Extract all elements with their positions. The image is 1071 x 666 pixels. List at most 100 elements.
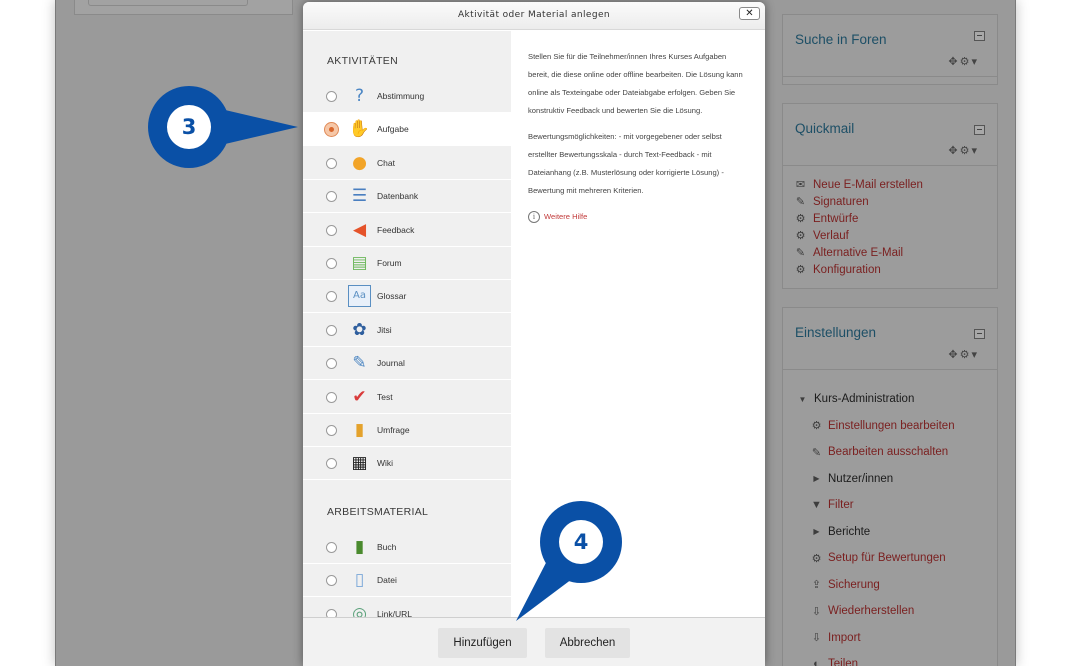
module-option-chat[interactable]: ● Chat <box>303 147 511 180</box>
module-option-feedback[interactable]: ◀ Feedback <box>303 214 511 247</box>
module-radio[interactable] <box>326 291 337 303</box>
settings-node[interactable]: ⇪ Sicherung <box>795 572 997 599</box>
question-icon: ? <box>354 86 365 106</box>
module-label: Test <box>377 391 393 402</box>
file-icon: ▯ <box>354 570 365 591</box>
materials-heading: ARBEITSMATERIAL <box>327 506 429 518</box>
module-option-forum[interactable]: ▤ Forum <box>303 247 511 280</box>
settings-node-label: Einstellungen bearbeiten <box>828 419 955 432</box>
course-admin-node[interactable]: ▼ Kurs-Administration <box>795 386 997 413</box>
caret-right-icon: ▶ <box>813 527 820 537</box>
settings-node[interactable]: ⇩ Import <box>795 625 997 652</box>
quickmail-item-label: Alternative E-Mail <box>813 246 904 259</box>
cancel-button[interactable]: Abbrechen <box>545 628 630 658</box>
module-option-journal[interactable]: ✎ Journal <box>303 347 511 381</box>
quickmail-item[interactable]: ⚙ Verlauf <box>793 227 987 244</box>
module-option-jitsi[interactable]: ✿ Jitsi <box>303 314 511 347</box>
settings-node-label: Wiederherstellen <box>828 605 915 618</box>
settings-node-label: Filter <box>828 499 854 512</box>
module-option-aufgabe[interactable]: ✋ Aufgabe <box>303 113 511 147</box>
module-option-buch[interactable]: ▮ Buch <box>303 531 511 564</box>
settings-node-label: Import <box>828 631 861 644</box>
gear-icon: ⚙ <box>795 264 806 276</box>
callout-4: 4 <box>540 501 622 583</box>
settings-tree: ▼ Kurs-Administration ⚙ Einstellungen bea… <box>783 370 997 666</box>
module-option-link-url[interactable]: ◎ Link/URL <box>303 598 511 619</box>
download-icon: ⇩ <box>811 632 822 645</box>
module-option-umfrage[interactable]: ▮ Umfrage <box>303 414 511 447</box>
module-option-datenbank[interactable]: ☰ Datenbank <box>303 180 511 214</box>
settings-node-label: Bearbeiten ausschalten <box>828 446 949 459</box>
settings-title: Einstellungen <box>795 325 877 340</box>
settings-node[interactable]: ▼ Filter <box>795 492 997 519</box>
module-chooser-list[interactable]: AKTIVITÄTEN ARBEITSMATERIAL ? Abstimmung ✋… <box>303 31 511 619</box>
block-hide-icon[interactable] <box>974 329 985 339</box>
module-description: Stellen Sie für die Teilnehmer/innen Ihr… <box>528 48 748 226</box>
module-radio[interactable] <box>326 324 337 336</box>
description-paragraph: Bewertungsmöglichkeiten: - mit vorgegebe… <box>528 132 724 195</box>
module-radio[interactable] <box>326 358 337 370</box>
settings-node[interactable]: ◐ Teilen <box>795 651 997 666</box>
settings-node[interactable]: ⚙ Einstellungen bearbeiten <box>795 413 997 440</box>
module-label: Feedback <box>377 224 415 235</box>
quickmail-item[interactable]: ✉ Neue E-Mail erstellen <box>793 176 987 193</box>
filter-icon: ▼ <box>811 499 822 512</box>
more-help-link[interactable]: Weitere Hilfe <box>544 208 587 226</box>
test-checkmark-icon: ✔ <box>352 386 367 407</box>
module-label: Aufgabe <box>377 124 409 135</box>
module-option-glossar[interactable]: Aa Glossar <box>303 280 511 314</box>
megaphone-icon: ◀ <box>352 219 367 240</box>
module-radio[interactable] <box>326 91 337 102</box>
module-radio[interactable] <box>324 122 339 138</box>
info-icon: i <box>528 211 540 223</box>
quickmail-item[interactable]: ⚙ Konfiguration <box>793 261 987 278</box>
block-move-config-icon[interactable]: ✥⚙▾ <box>948 348 979 361</box>
settings-node[interactable]: ▶ Nutzer/innen <box>795 466 997 493</box>
module-radio[interactable] <box>326 191 337 203</box>
module-option-test[interactable]: ✔ Test <box>303 381 511 414</box>
pencil-icon: ✎ <box>795 247 806 259</box>
block-move-config-icon[interactable]: ✥⚙▾ <box>948 55 979 68</box>
module-radio[interactable] <box>326 575 337 587</box>
callout-3: 3 <box>148 86 230 168</box>
module-option-abstimmung[interactable]: ? Abstimmung <box>303 80 511 113</box>
quickmail-item-label: Verlauf <box>813 229 849 242</box>
module-radio[interactable] <box>326 224 337 236</box>
settings-node[interactable]: ⚙ Setup für Bewertungen <box>795 545 997 572</box>
module-label: Buch <box>377 542 397 552</box>
block-hide-icon[interactable] <box>974 125 985 135</box>
quickmail-item-label: Neue E-Mail erstellen <box>813 178 923 191</box>
block-move-config-icon[interactable]: ✥⚙▾ <box>948 144 979 157</box>
module-radio[interactable] <box>326 157 337 169</box>
hand-document-icon: ✋ <box>348 119 371 140</box>
settings-node[interactable]: ✎ Bearbeiten ausschalten <box>795 439 997 466</box>
caret-right-icon: ▶ <box>813 474 820 484</box>
block-hide-icon[interactable] <box>974 31 985 41</box>
module-label: Forum <box>377 258 402 268</box>
share-icon: ◐ <box>813 658 820 666</box>
module-option-datei[interactable]: ▯ Datei <box>303 564 511 598</box>
module-radio[interactable] <box>326 258 337 269</box>
module-radio[interactable] <box>326 458 337 470</box>
module-radio[interactable] <box>326 425 337 436</box>
database-icon: ☰ <box>351 186 368 207</box>
quickmail-item[interactable]: ⚙ Entwürfe <box>793 210 987 227</box>
dialog-title: Aktivität oder Material anlegen <box>457 10 610 20</box>
quickmail-item-label: Signaturen <box>813 195 869 208</box>
add-button[interactable]: Hinzufügen <box>438 628 527 658</box>
module-radio[interactable] <box>326 391 337 403</box>
settings-node[interactable]: ⇩ Wiederherstellen <box>795 598 997 625</box>
settings-node[interactable]: ▶ Berichte <box>795 519 997 546</box>
module-label: Chat <box>377 157 395 168</box>
gear-icon: ⚙ <box>811 420 822 433</box>
pencil-icon: ✎ <box>795 196 806 208</box>
quickmail-item[interactable]: ✎ Alternative E-Mail <box>793 244 987 261</box>
close-icon[interactable]: ✕ <box>739 7 760 20</box>
forum-search-block: Suche in Foren ✥⚙▾ <box>782 14 998 85</box>
module-radio[interactable] <box>326 542 337 553</box>
left-block-fragment <box>74 0 293 15</box>
upload-icon: ⇪ <box>811 579 822 592</box>
quickmail-item[interactable]: ✎ Signaturen <box>793 193 987 210</box>
module-option-wiki[interactable]: ▦ Wiki <box>303 447 511 481</box>
journal-pencil-icon: ✎ <box>352 353 367 374</box>
